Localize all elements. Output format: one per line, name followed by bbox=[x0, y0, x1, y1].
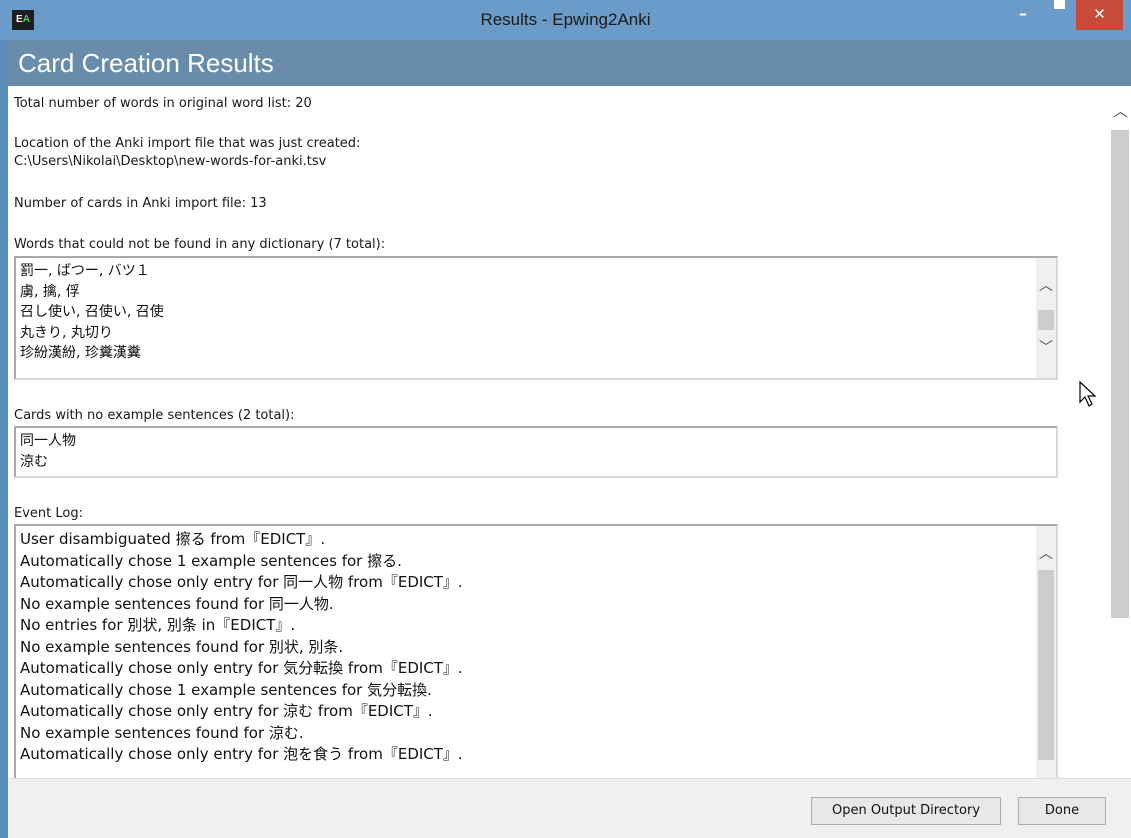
maximize-icon bbox=[1054, 0, 1065, 9]
no-examples-textbox[interactable]: 同一人物 涼む bbox=[14, 426, 1058, 478]
log-line: Automatically chose 1 example sentences … bbox=[20, 680, 432, 699]
cards-count-text: Number of cards in Anki import file: 13 bbox=[14, 196, 267, 211]
event-log-lines: User disambiguated 擦る from『EDICT』. Autom… bbox=[20, 529, 463, 766]
log-line: User disambiguated 擦る from『EDICT』. bbox=[20, 530, 326, 548]
not-found-label: Words that could not be found in any dic… bbox=[14, 237, 386, 252]
log-line: No example sentences found for 涼む. bbox=[20, 723, 304, 742]
button-bar: Open Output Directory Done bbox=[8, 778, 1131, 838]
scroll-down-icon[interactable]: ﹀ bbox=[1036, 338, 1056, 358]
maximize-button[interactable] bbox=[1040, 0, 1068, 30]
not-found-lines: 罰一, ばつー, バツ１ 虜, 擒, 俘 召し使い, 召使い, 召使 丸きり, … bbox=[20, 261, 164, 364]
not-found-scrollbar[interactable]: ︿ ﹀ bbox=[1036, 258, 1056, 378]
log-line: Automatically chose 1 example sentences … bbox=[20, 551, 402, 570]
log-line: Automatically chose only entry for 同一人物 … bbox=[20, 573, 463, 591]
page-title: Card Creation Results bbox=[18, 48, 274, 78]
scroll-thumb[interactable] bbox=[1038, 570, 1054, 760]
list-item: 罰一, ばつー, バツ１ bbox=[20, 263, 150, 279]
log-line: Automatically chose only entry for 泡を食う … bbox=[20, 745, 463, 763]
event-log-scrollbar[interactable]: ︿ bbox=[1036, 526, 1056, 778]
no-examples-lines: 同一人物 涼む bbox=[20, 431, 76, 472]
window-title: Results - Epwing2Anki bbox=[480, 10, 651, 29]
minimize-button[interactable]: – bbox=[1009, 0, 1037, 30]
window-content: Card Creation Results Total number of wo… bbox=[8, 40, 1131, 838]
open-output-directory-button[interactable]: Open Output Directory bbox=[811, 797, 1001, 825]
window-scrollbar[interactable]: ︿ ﹀ bbox=[1110, 86, 1131, 813]
app-window: EA Results - Epwing2Anki – ✕ Card Creati… bbox=[0, 0, 1131, 838]
list-item: 涼む bbox=[20, 453, 48, 470]
header-band: Card Creation Results bbox=[8, 40, 1131, 86]
log-line: No example sentences found for 別状, 別条. bbox=[20, 637, 344, 656]
event-log-textbox[interactable]: User disambiguated 擦る from『EDICT』. Autom… bbox=[14, 524, 1058, 780]
list-item: 珍紛漢紛, 珍糞漢糞 bbox=[20, 345, 141, 361]
log-line: No entries for 別状, 別条 in『EDICT』. bbox=[20, 616, 296, 634]
log-line: Automatically chose only entry for 気分転換 … bbox=[20, 659, 463, 677]
scroll-up-icon[interactable]: ︿ bbox=[1036, 276, 1056, 296]
list-item: 同一人物 bbox=[20, 433, 76, 449]
no-examples-label: Cards with no example sentences (2 total… bbox=[14, 408, 295, 423]
done-button[interactable]: Done bbox=[1018, 797, 1106, 825]
scroll-up-icon[interactable]: ︿ bbox=[1036, 544, 1056, 564]
list-item: 召し使い, 召使い, 召使 bbox=[20, 304, 164, 320]
close-button[interactable]: ✕ bbox=[1076, 0, 1123, 30]
scroll-up-icon[interactable]: ︿ bbox=[1110, 100, 1131, 121]
scroll-thumb[interactable] bbox=[1038, 310, 1054, 330]
location-label: Location of the Anki import file that wa… bbox=[14, 136, 361, 151]
not-found-textbox[interactable]: 罰一, ばつー, バツ１ 虜, 擒, 俘 召し使い, 召使い, 召使 丸きり, … bbox=[14, 256, 1058, 380]
total-words-text: Total number of words in original word l… bbox=[14, 96, 312, 111]
title-bar[interactable]: EA Results - Epwing2Anki – ✕ bbox=[0, 0, 1131, 40]
event-log-label: Event Log: bbox=[14, 506, 83, 521]
list-item: 丸きり, 丸切り bbox=[20, 324, 113, 341]
list-item: 虜, 擒, 俘 bbox=[20, 283, 80, 300]
log-line: Automatically chose only entry for 涼む fr… bbox=[20, 702, 433, 720]
mouse-cursor-icon bbox=[1079, 380, 1097, 407]
log-line: No example sentences found for 同一人物. bbox=[20, 594, 334, 613]
location-path: C:\Users\Nikolai\Desktop\new-words-for-a… bbox=[14, 154, 327, 169]
scroll-thumb[interactable] bbox=[1111, 130, 1129, 618]
